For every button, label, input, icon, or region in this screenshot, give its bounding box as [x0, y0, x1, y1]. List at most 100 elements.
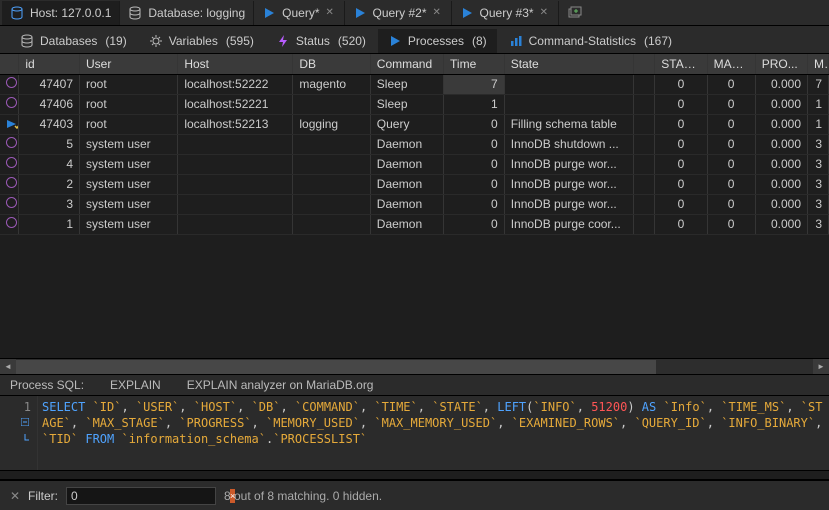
- column-header[interactable]: [634, 54, 655, 74]
- column-header[interactable]: DB: [293, 54, 370, 74]
- subtab-variables[interactable]: Variables(595): [139, 28, 264, 52]
- explain-link[interactable]: EXPLAIN: [110, 378, 161, 392]
- sql-code[interactable]: SELECT `ID`, `USER`, `HOST`, `DB`, `COMM…: [38, 396, 829, 470]
- cell-progress: 0.000: [755, 214, 807, 234]
- column-header[interactable]: MAX...: [707, 54, 755, 74]
- column-header[interactable]: Host: [178, 54, 293, 74]
- host-icon: [10, 6, 24, 20]
- cell-spacer: [634, 94, 655, 114]
- tab-q2[interactable]: Query #2*✕: [345, 1, 452, 25]
- new-tab-button[interactable]: [565, 3, 585, 23]
- table-row[interactable]: 5system userDaemon0InnoDB shutdown ...00…: [0, 134, 829, 154]
- sql-panel-title: Process SQL:: [10, 378, 84, 392]
- grid-scroll[interactable]: idUserHostDBCommandTimeState STAGEMAX...P…: [0, 54, 829, 358]
- subtab-label: Command-Statistics: [529, 34, 636, 48]
- cell-spacer: [634, 194, 655, 214]
- table-row[interactable]: 47407rootlocalhost:52222magentoSleep7000…: [0, 74, 829, 94]
- cell-last: 3: [808, 134, 829, 154]
- cell-state: [504, 74, 634, 94]
- cell-time: 0: [444, 154, 505, 174]
- subtab-status[interactable]: Status(520): [266, 28, 376, 52]
- splitter[interactable]: [0, 470, 829, 480]
- cell-state: InnoDB purge wor...: [504, 194, 634, 214]
- tab-label: Host: 127.0.0.1: [30, 6, 111, 20]
- column-header[interactable]: STAGE: [655, 54, 707, 74]
- cell-db: magento: [293, 74, 370, 94]
- filter-status: 8 out of 8 matching. 0 hidden.: [224, 489, 382, 503]
- table-row[interactable]: 4system userDaemon0InnoDB purge wor...00…: [0, 154, 829, 174]
- cell-time: 0: [444, 174, 505, 194]
- column-header[interactable]: id: [19, 54, 80, 74]
- column-header[interactable]: User: [80, 54, 178, 74]
- host-subtabs: Databases(19)Variables(595)Status(520)Pr…: [0, 26, 829, 54]
- column-header[interactable]: Time: [444, 54, 505, 74]
- column-header[interactable]: State: [504, 54, 634, 74]
- idle-row-icon: [6, 137, 17, 148]
- cell-progress: 0.000: [755, 174, 807, 194]
- tab-db[interactable]: Database: logging: [120, 1, 254, 25]
- subtab-stats[interactable]: Command-Statistics(167): [499, 28, 682, 52]
- horizontal-scrollbar[interactable]: ◄ ►: [0, 358, 829, 374]
- play-icon: [353, 6, 367, 20]
- cell-db: [293, 134, 370, 154]
- cell-state: InnoDB purge wor...: [504, 154, 634, 174]
- scroll-track[interactable]: [16, 360, 813, 374]
- cell-time: 0: [444, 114, 505, 134]
- table-row[interactable]: 2system userDaemon0InnoDB purge wor...00…: [0, 174, 829, 194]
- close-icon[interactable]: ✕: [326, 8, 336, 18]
- cell-spacer: [634, 174, 655, 194]
- cell-command: Daemon: [370, 154, 443, 174]
- column-header[interactable]: M: [808, 54, 829, 74]
- cell-state: InnoDB shutdown ...: [504, 134, 634, 154]
- cell-command: Daemon: [370, 214, 443, 234]
- close-icon[interactable]: ✕: [540, 8, 550, 18]
- scroll-right-button[interactable]: ►: [813, 359, 829, 375]
- column-header[interactable]: [0, 54, 19, 74]
- subtab-processes[interactable]: Processes(8): [378, 29, 497, 53]
- cell-stage: 0: [655, 154, 707, 174]
- cell-spacer: [634, 74, 655, 94]
- filter-bar: ✕ Filter: × 8 out of 8 matching. 0 hidde…: [0, 480, 829, 510]
- cell-db: logging: [293, 114, 370, 134]
- column-header[interactable]: PRO...: [755, 54, 807, 74]
- cell-db: [293, 194, 370, 214]
- table-header-row: idUserHostDBCommandTimeState STAGEMAX...P…: [0, 54, 829, 74]
- close-icon[interactable]: ✕: [433, 8, 443, 18]
- filter-label: Filter:: [28, 489, 58, 503]
- cell-progress: 0.000: [755, 114, 807, 134]
- cell-stage: 0: [655, 214, 707, 234]
- cell-id: 47407: [19, 74, 80, 94]
- idle-row-icon: [6, 77, 17, 88]
- cell-max: 0: [707, 74, 755, 94]
- cell-db: [293, 94, 370, 114]
- fold-end-icon: [21, 434, 31, 444]
- table-row[interactable]: 1system userDaemon0InnoDB purge coor...0…: [0, 214, 829, 234]
- scroll-left-button[interactable]: ◄: [0, 359, 16, 375]
- column-header[interactable]: Command: [370, 54, 443, 74]
- cell-spacer: [634, 154, 655, 174]
- cell-host: [178, 174, 293, 194]
- database-icon: [20, 34, 34, 48]
- table-row[interactable]: 47403rootlocalhost:52213loggingQuery0Fil…: [0, 114, 829, 134]
- table-row[interactable]: 3system userDaemon0InnoDB purge wor...00…: [0, 194, 829, 214]
- table-row[interactable]: 47406rootlocalhost:52221Sleep1000.0001: [0, 94, 829, 114]
- scroll-thumb[interactable]: [16, 360, 656, 374]
- tab-host[interactable]: Host: 127.0.0.1: [2, 1, 120, 25]
- explain-analyzer-link[interactable]: EXPLAIN analyzer on MariaDB.org: [187, 378, 374, 392]
- tab-q1[interactable]: Query*✕: [254, 1, 344, 25]
- cell-max: 0: [707, 154, 755, 174]
- sql-panel-header: Process SQL: EXPLAIN EXPLAIN analyzer on…: [0, 374, 829, 396]
- sql-editor[interactable]: 1 SELECT `ID`, `USER`, `HOST`, `DB`, `CO…: [0, 396, 829, 470]
- subtab-databases[interactable]: Databases(19): [10, 28, 137, 52]
- filter-input[interactable]: [67, 489, 230, 503]
- idle-row-icon: [6, 97, 17, 108]
- cell-progress: 0.000: [755, 94, 807, 114]
- cell-time: 0: [444, 214, 505, 234]
- cell-id: 1: [19, 214, 80, 234]
- cell-id: 47406: [19, 94, 80, 114]
- close-filter-icon[interactable]: ✕: [10, 489, 20, 503]
- cell-user: system user: [80, 214, 178, 234]
- cell-command: Sleep: [370, 74, 443, 94]
- fold-icon[interactable]: [21, 418, 31, 428]
- tab-q3[interactable]: Query #3*✕: [452, 1, 559, 25]
